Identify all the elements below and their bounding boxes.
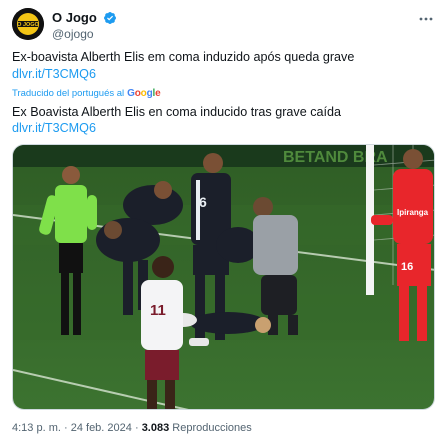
- tweet-link[interactable]: dlvr.it/T3CMQ6: [12, 66, 437, 83]
- tweet-date[interactable]: 24 feb. 2024: [71, 422, 132, 434]
- tweet-meta: 4:13 p. m. · 24 feb. 2024 · 3.083 Reprod…: [12, 422, 252, 434]
- translated-text: Ex Boavista Alberth Elis en coma inducid…: [12, 105, 342, 119]
- author-block: O Jogo @ojogo: [52, 9, 117, 42]
- tweet-photo[interactable]: BETAND BRA 6 11 Ipiranga 16: [12, 144, 435, 410]
- jersey-number-keeper: 16: [401, 261, 413, 273]
- display-name[interactable]: O Jogo: [52, 10, 97, 26]
- jersey-number-white: 11: [150, 302, 166, 319]
- views-label: Reproducciones: [172, 422, 252, 434]
- google-logo: Google: [127, 88, 161, 99]
- translation-label: Traducido del portugués al: [12, 88, 125, 99]
- ojogo-logo: O JOGO: [12, 8, 44, 40]
- translated-link[interactable]: dlvr.it/T3CMQ6: [12, 120, 437, 137]
- handle[interactable]: @ojogo: [52, 27, 117, 42]
- views-count: 3.083: [141, 422, 170, 434]
- keeper-sponsor: Ipiranga: [397, 208, 429, 217]
- verified-badge-icon: [104, 11, 117, 24]
- avatar[interactable]: O JOGO: [12, 8, 44, 40]
- tweet-header: O JOGO O Jogo @ojogo: [12, 8, 435, 42]
- tweet-text: Ex-boavista Alberth Elis em coma induzid…: [12, 50, 355, 64]
- match-photo: BETAND BRA 6 11 Ipiranga 16: [13, 145, 434, 409]
- tweet-time[interactable]: 4:13 p. m.: [12, 422, 61, 434]
- translation-attribution[interactable]: Traducido del portugués al Google: [12, 88, 161, 100]
- jersey-number-black: 6: [199, 194, 207, 210]
- svg-text:O JOGO: O JOGO: [17, 22, 39, 28]
- more-options-icon[interactable]: [417, 10, 435, 28]
